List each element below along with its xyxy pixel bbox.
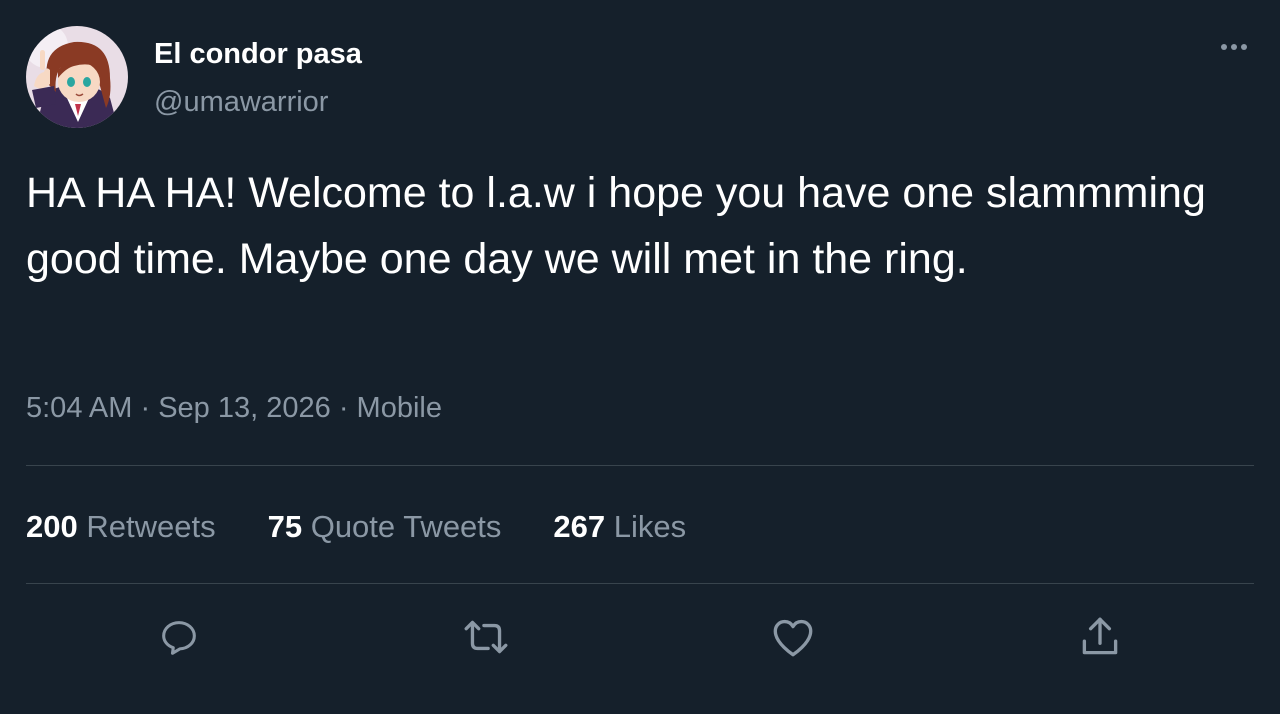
tweet-stats: 200 Retweets 75 Quote Tweets 267 Likes <box>26 509 738 545</box>
reply-icon[interactable] <box>154 612 204 662</box>
heart-icon[interactable] <box>768 612 818 662</box>
retweets-stat[interactable]: 200 Retweets <box>26 509 216 545</box>
likes-label: Likes <box>613 509 687 544</box>
tweet-detail: El condor pasa @umawarrior HA HA HA! Wel… <box>0 0 1280 714</box>
share-icon[interactable] <box>1075 612 1125 662</box>
meta-separator: · <box>338 392 349 424</box>
retweets-label: Retweets <box>86 509 216 544</box>
display-name[interactable]: El condor pasa <box>154 38 362 71</box>
avatar-image <box>26 26 128 128</box>
tweet-date[interactable]: Sep 13, 2026 <box>158 392 331 424</box>
retweet-icon[interactable] <box>461 612 511 662</box>
more-icon[interactable] <box>1210 32 1258 62</box>
tweet-text: HA HA HA! Welcome to l.a.w i hope you ha… <box>26 169 1206 283</box>
action-bar <box>0 612 1280 662</box>
divider <box>26 583 1254 584</box>
likes-stat[interactable]: 267 Likes <box>553 509 686 545</box>
meta-separator: · <box>140 392 151 424</box>
quote-tweets-count: 75 <box>267 509 303 544</box>
avatar[interactable] <box>26 26 128 128</box>
retweets-count: 200 <box>26 509 78 544</box>
quote-tweets-label: Quote Tweets <box>310 509 502 544</box>
tweet-source[interactable]: Mobile <box>357 392 442 424</box>
divider <box>26 465 1254 466</box>
likes-count: 267 <box>553 509 606 544</box>
tweet-meta: 5:04 AM · Sep 13, 2026 · Mobile <box>26 392 442 425</box>
tweet-time[interactable]: 5:04 AM <box>26 392 132 424</box>
user-handle[interactable]: @umawarrior <box>154 86 328 119</box>
quote-tweets-stat[interactable]: 75 Quote Tweets <box>268 509 502 545</box>
